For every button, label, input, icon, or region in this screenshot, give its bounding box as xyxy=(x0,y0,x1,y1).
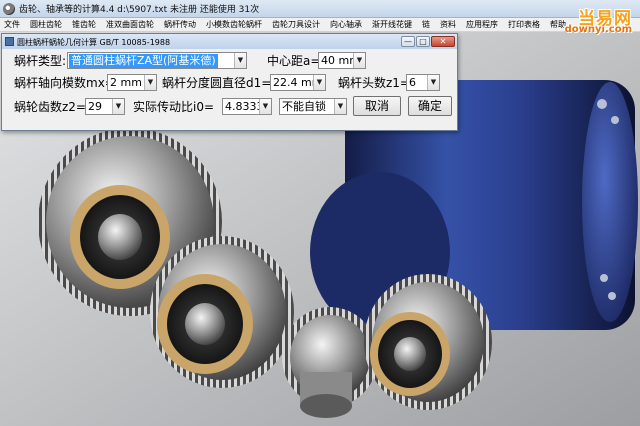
menu-applications[interactable]: 应用程序 xyxy=(466,19,498,30)
minimize-button[interactable]: — xyxy=(401,36,415,47)
gear-middle xyxy=(150,236,294,388)
menu-spline[interactable]: 渐开线花键 xyxy=(372,19,412,30)
menu-worm-drive[interactable]: 蜗杆传动 xyxy=(164,19,196,30)
wheel-teeth-select[interactable]: 29 ▼ xyxy=(85,98,125,115)
axial-module-select[interactable]: 2 mm ▼ xyxy=(107,74,157,91)
menu-resources[interactable]: 资料 xyxy=(440,19,456,30)
pitch-diameter-select[interactable]: 22.4 mm ▼ xyxy=(270,74,326,91)
chevron-down-icon[interactable]: ▼ xyxy=(313,75,325,90)
watermark-subtitle: downyi.com xyxy=(564,24,632,35)
app-title: 齿轮、轴承等的计算4.4 d:\5907.txt 未注册 还能使用 31次 xyxy=(19,5,260,15)
axial-module-value: 2 mm xyxy=(110,76,142,89)
dialog-titlebar[interactable]: 圆柱蜗杆蜗轮几何计算 GB/T 10085-1988 — □ ✕ xyxy=(2,34,457,49)
wheel-teeth-label: 蜗轮齿数z2= xyxy=(14,100,86,114)
worm-type-value: 普通圆柱蜗杆ZA型(阿基米德) xyxy=(69,54,218,68)
menu-gear-tools[interactable]: 齿轮刀具设计 xyxy=(272,19,320,30)
self-lock-value: 不能自锁 xyxy=(282,100,326,113)
worm-type-select[interactable]: 普通圆柱蜗杆ZA型(阿基米德) ▼ xyxy=(67,52,247,69)
center-distance-select[interactable]: 40 mm ▼ xyxy=(318,52,366,69)
chevron-down-icon[interactable]: ▼ xyxy=(234,53,246,68)
menubar: 文件 圆柱齿轮 锥齿轮 准双曲面齿轮 蜗杆传动 小模数齿轮蜗杆 齿轮刀具设计 向… xyxy=(0,18,640,32)
maximize-button[interactable]: □ xyxy=(416,36,430,47)
menu-radial-bearing[interactable]: 向心轴承 xyxy=(330,19,362,30)
menu-small-module[interactable]: 小模数齿轮蜗杆 xyxy=(206,19,262,30)
worm-type-label: 蜗杆类型: xyxy=(14,54,67,68)
chevron-down-icon[interactable]: ▼ xyxy=(144,75,156,90)
self-lock-select[interactable]: 不能自锁 ▼ xyxy=(279,98,347,115)
gear-right xyxy=(364,274,492,410)
chevron-down-icon[interactable]: ▼ xyxy=(259,99,271,114)
axial-module-label: 蜗杆轴向模数mx= xyxy=(14,76,115,90)
wheel-teeth-value: 29 xyxy=(88,100,102,113)
ratio-value: 4.8333 xyxy=(225,100,264,113)
chevron-down-icon[interactable]: ▼ xyxy=(112,99,124,114)
menu-print-table[interactable]: 打印表格 xyxy=(508,19,540,30)
chevron-down-icon[interactable]: ▼ xyxy=(334,99,346,114)
center-distance-label: 中心距a= xyxy=(267,54,321,68)
menu-hypoid-gear[interactable]: 准双曲面齿轮 xyxy=(106,19,154,30)
worm-gear-dialog: 圆柱蜗杆蜗轮几何计算 GB/T 10085-1988 — □ ✕ 蜗杆类型: 普… xyxy=(1,33,458,131)
pitch-diameter-label: 蜗杆分度圆直径d1= xyxy=(162,76,272,90)
chevron-down-icon[interactable]: ▼ xyxy=(427,75,439,90)
ok-button[interactable]: 确定 xyxy=(408,96,452,116)
cancel-button[interactable]: 取消 xyxy=(353,96,401,116)
menu-bevel-gear[interactable]: 锥齿轮 xyxy=(72,19,96,30)
menu-chain[interactable]: 链 xyxy=(422,19,430,30)
ratio-select[interactable]: 4.8333 ▼ xyxy=(222,98,272,115)
worm-starts-label: 蜗杆头数z1= xyxy=(338,76,410,90)
ratio-label: 实际传动比i0= xyxy=(133,100,215,114)
window-icon xyxy=(5,37,14,46)
menu-spur-gear[interactable]: 圆柱齿轮 xyxy=(30,19,62,30)
app-titlebar: 齿轮、轴承等的计算4.4 d:\5907.txt 未注册 还能使用 31次 xyxy=(0,0,640,18)
chevron-down-icon[interactable]: ▼ xyxy=(353,53,365,68)
worm-starts-value: 6 xyxy=(409,76,416,89)
menu-file[interactable]: 文件 xyxy=(4,19,20,30)
downyi-watermark-logo: 当易网 downyi.com xyxy=(562,4,634,38)
dialog-title: 圆柱蜗杆蜗轮几何计算 GB/T 10085-1988 xyxy=(17,38,171,47)
gear-app-icon xyxy=(3,3,15,15)
worm-starts-select[interactable]: 6 ▼ xyxy=(406,74,440,91)
close-button[interactable]: ✕ xyxy=(431,36,455,47)
